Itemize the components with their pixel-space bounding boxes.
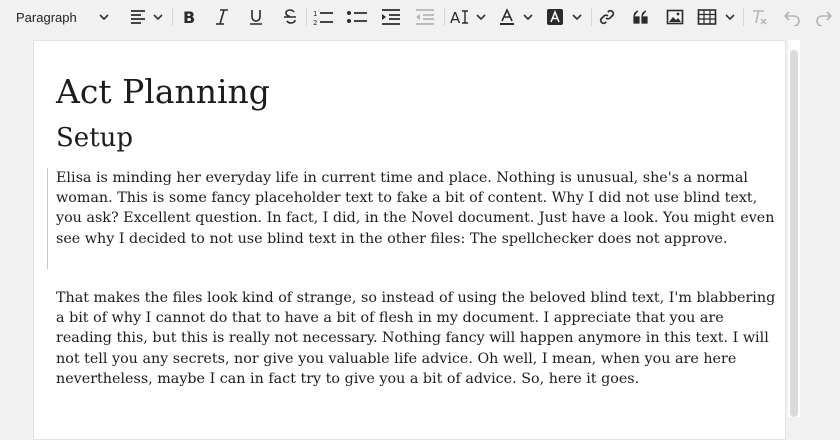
blockquote-button[interactable] xyxy=(629,5,653,29)
undo-button[interactable] xyxy=(780,5,804,29)
align-icon xyxy=(131,10,163,24)
paragraph[interactable]: That makes the files look kind of strang… xyxy=(56,288,778,389)
italic-icon xyxy=(216,9,228,25)
image-icon xyxy=(666,9,684,25)
numbered-list-button[interactable]: 1 2 xyxy=(310,5,336,29)
paragraph[interactable]: Elisa is minding her everyday life in cu… xyxy=(56,168,778,249)
strikethrough-button[interactable] xyxy=(278,5,302,29)
table-dropdown[interactable] xyxy=(697,5,739,29)
font-size-dropdown[interactable]: A xyxy=(448,5,490,29)
underline-button[interactable] xyxy=(244,5,268,29)
bold-button[interactable]: B xyxy=(176,5,200,29)
link-button[interactable] xyxy=(595,5,619,29)
highlight-dropdown[interactable] xyxy=(546,5,586,29)
strikethrough-icon xyxy=(284,9,296,24)
redo-button[interactable] xyxy=(812,5,836,29)
toolbar-separator xyxy=(591,8,592,26)
font-color-dropdown[interactable] xyxy=(498,5,538,29)
chevron-down-icon xyxy=(99,14,109,20)
paragraph-style-label: Paragraph xyxy=(16,9,77,25)
svg-text:1: 1 xyxy=(313,10,317,18)
indent-icon xyxy=(382,9,400,25)
undo-icon xyxy=(783,11,800,26)
outdent-icon xyxy=(416,9,434,25)
editor-toolbar: Paragraph B 1 2 A xyxy=(0,0,840,34)
redo-icon xyxy=(816,11,833,26)
toolbar-separator xyxy=(743,8,744,26)
paragraph-style-dropdown[interactable]: Paragraph xyxy=(10,5,115,29)
italic-button[interactable] xyxy=(210,5,234,29)
scrollbar-thumb[interactable] xyxy=(790,50,798,417)
clear-format-icon xyxy=(753,10,767,25)
numbered-list-icon: 1 2 xyxy=(313,10,333,26)
outdent-button[interactable] xyxy=(412,5,438,29)
bulleted-list-icon xyxy=(347,11,367,23)
indent-button[interactable] xyxy=(378,5,404,29)
blockquote-icon xyxy=(633,10,648,24)
paragraph-focus-marker xyxy=(47,168,48,269)
section-heading[interactable]: Setup xyxy=(56,120,133,156)
svg-text:A: A xyxy=(450,9,461,26)
bold-icon: B xyxy=(183,8,195,26)
font-color-icon xyxy=(500,8,533,25)
toolbar-separator xyxy=(306,8,307,26)
font-size-icon: A xyxy=(450,9,486,26)
table-icon xyxy=(697,9,735,25)
svg-text:B: B xyxy=(183,8,195,26)
underline-icon xyxy=(250,10,262,25)
toolbar-separator xyxy=(172,8,173,26)
align-dropdown[interactable] xyxy=(126,5,168,29)
document-title[interactable]: Act Planning xyxy=(56,70,270,114)
bulleted-list-button[interactable] xyxy=(344,5,370,29)
svg-text:2: 2 xyxy=(313,19,317,26)
toolbar-separator xyxy=(444,8,445,26)
link-icon xyxy=(599,9,615,25)
highlight-icon xyxy=(547,9,582,25)
image-button[interactable] xyxy=(663,5,687,29)
clear-format-button[interactable] xyxy=(747,5,771,29)
